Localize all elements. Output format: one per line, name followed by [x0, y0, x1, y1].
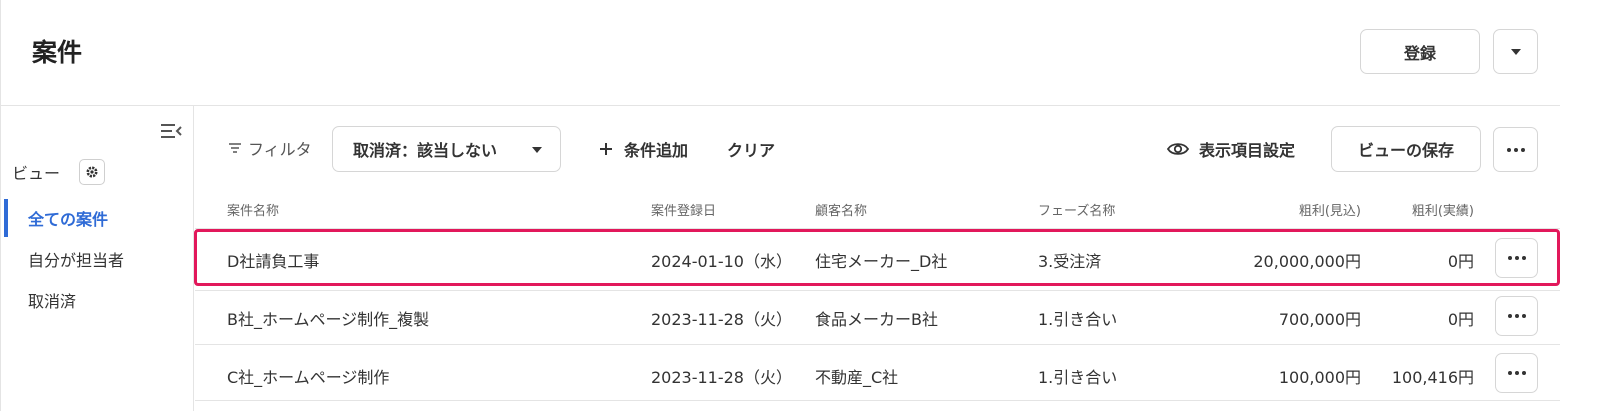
collapse-sidebar-icon[interactable]	[159, 122, 183, 140]
header-divider	[195, 228, 1560, 229]
toolbar-more-button[interactable]	[1493, 127, 1538, 172]
sidebar-item-all-deals[interactable]: 全ての案件	[28, 206, 108, 230]
display-settings-button[interactable]: 表示項目設定	[1167, 137, 1295, 161]
column-header-gross-estimate[interactable]: 粗利(見込)	[1250, 200, 1361, 219]
filter-label: フィルタ	[248, 140, 312, 159]
chevron-down-icon	[1510, 48, 1521, 55]
add-condition-label: 条件追加	[624, 141, 689, 160]
cell-registered-date: 2023-11-28（火）	[651, 368, 792, 387]
cell-phase: 1.引き合い	[1038, 368, 1118, 387]
cell-gross-estimate: 100,000円	[1278, 368, 1361, 387]
display-settings-label: 表示項目設定	[1199, 141, 1296, 160]
cell-customer: 不動産_C社	[815, 368, 899, 387]
row-more-button[interactable]	[1495, 353, 1538, 393]
page-header: 案件 登録	[0, 0, 1560, 106]
active-view-indicator	[4, 199, 8, 237]
sidebar-item-cancelled[interactable]: 取消済	[28, 288, 76, 312]
add-condition-button[interactable]: 条件追加	[598, 137, 688, 161]
cell-deal-name[interactable]: D社請負工事	[227, 248, 319, 272]
column-header-deal-name[interactable]: 案件名称	[227, 200, 279, 219]
cell-gross-estimate: 700,000円	[1278, 310, 1361, 329]
eye-icon	[1167, 143, 1189, 155]
view-settings-button[interactable]	[79, 159, 105, 185]
filter-chip-cancelled[interactable]: 取消済：該当しない	[332, 126, 561, 172]
row-divider	[195, 344, 1560, 345]
save-view-button[interactable]: ビューの保存	[1331, 126, 1481, 172]
cell-customer: 住宅メーカー_D社	[815, 252, 948, 271]
more-icon	[1507, 314, 1526, 318]
row-more-button[interactable]	[1495, 296, 1538, 336]
cell-gross-actual: 0円	[1447, 310, 1474, 329]
filter-icon	[229, 143, 241, 153]
row-divider	[195, 290, 1560, 291]
plus-icon	[600, 143, 612, 155]
more-icon	[1506, 147, 1525, 152]
cell-registered-date: 2024-01-10（水）	[651, 252, 792, 271]
column-header-registered-date[interactable]: 案件登録日	[651, 200, 716, 219]
row-divider	[195, 400, 1560, 401]
cell-deal-name[interactable]: B社_ホームページ制作_複製	[227, 306, 429, 330]
sidebar-item-my-deals[interactable]: 自分が担当者	[28, 247, 124, 271]
more-icon	[1507, 371, 1526, 375]
cell-deal-name[interactable]: C社_ホームページ制作	[227, 364, 389, 388]
filter-toggle[interactable]: フィルタ	[228, 136, 312, 160]
column-header-gross-actual[interactable]: 粗利(実績)	[1380, 200, 1474, 219]
cell-registered-date: 2023-11-28（火）	[651, 310, 792, 329]
cell-gross-actual: 0円	[1447, 252, 1474, 271]
view-heading: ビュー	[12, 164, 61, 183]
page-title: 案件	[32, 38, 83, 67]
column-header-phase[interactable]: フェーズ名称	[1038, 200, 1115, 219]
chevron-down-icon	[532, 147, 542, 153]
register-button[interactable]: 登録	[1360, 29, 1480, 74]
clear-filter-button[interactable]: クリア	[727, 137, 775, 161]
view-sidebar: ビュー 全ての案件 自分が担当者 取消済	[0, 106, 194, 411]
row-more-button[interactable]	[1495, 238, 1538, 278]
cell-phase: 3.受注済	[1038, 252, 1102, 271]
cell-gross-actual: 100,416円	[1391, 368, 1474, 387]
more-icon	[1507, 256, 1526, 260]
cell-gross-estimate: 20,000,000円	[1253, 252, 1361, 271]
gear-icon	[86, 166, 98, 178]
cell-phase: 1.引き合い	[1038, 310, 1118, 329]
filter-chip-label: 取消済：該当しない	[353, 141, 498, 160]
cell-customer: 食品メーカーB社	[815, 310, 938, 329]
register-dropdown-button[interactable]	[1493, 29, 1538, 74]
column-header-customer[interactable]: 顧客名称	[815, 200, 867, 219]
